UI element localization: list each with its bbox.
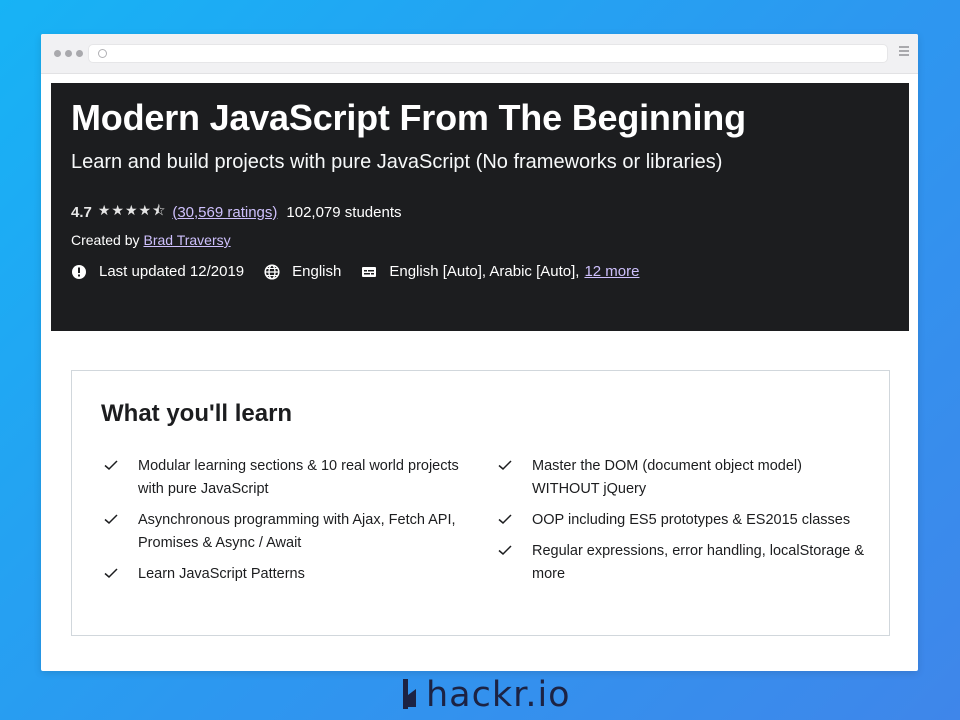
learn-column-left: Modular learning sections & 10 real worl… [103, 455, 473, 594]
learn-column-right: Master the DOM (document object model) W… [497, 455, 867, 594]
list-item: Regular expressions, error handling, loc… [497, 540, 867, 586]
hamburger-menu-icon[interactable] [899, 46, 909, 58]
course-title: Modern JavaScript From The Beginning [71, 97, 746, 138]
closed-captions-icon [362, 266, 377, 277]
refresh-icon[interactable] [98, 49, 107, 58]
address-bar[interactable] [88, 44, 888, 63]
globe-icon [264, 263, 280, 280]
captions-text: English [Auto], Arabic [Auto], [389, 263, 580, 280]
list-item: OOP including ES5 prototypes & ES2015 cl… [497, 509, 867, 532]
list-item: Master the DOM (document object model) W… [497, 455, 867, 501]
hackr-logo: hackr.io [400, 673, 571, 717]
hackr-logo-mark-icon [403, 679, 416, 709]
language-text: English [292, 263, 342, 280]
ratings-count-link[interactable]: (30,569 ratings) [172, 204, 277, 221]
course-captions: English [Auto], Arabic [Auto], 12 more [361, 263, 639, 280]
what-youll-learn-box: What you'll learn Modular learning secti… [71, 370, 890, 636]
list-item: Learn JavaScript Patterns [103, 563, 473, 586]
learn-item-text: Modular learning sections & 10 real worl… [138, 458, 459, 497]
learn-heading: What you'll learn [101, 400, 293, 427]
created-by-label: Created by [71, 232, 140, 248]
rating-row: 4.7 ★★★★⯪ (30,569 ratings) 102,079 stude… [71, 200, 401, 224]
list-item: Asynchronous programming with Ajax, Fetc… [103, 509, 473, 555]
course-header: Modern JavaScript From The Beginning Lea… [51, 83, 909, 331]
last-updated-text: Last updated 12/2019 [99, 263, 245, 280]
rating-value: 4.7 [71, 203, 92, 221]
check-icon [498, 460, 512, 471]
check-icon [104, 514, 118, 525]
course-meta-row: Last updated 12/2019 English English [Au… [71, 263, 659, 280]
learn-item-text: Master the DOM (document object model) W… [532, 458, 802, 497]
learn-item-text: Learn JavaScript Patterns [138, 566, 305, 582]
check-icon [104, 460, 118, 471]
browser-window: Modern JavaScript From The Beginning Lea… [41, 34, 918, 671]
check-icon [104, 568, 118, 579]
window-dot[interactable] [76, 50, 83, 57]
created-by-row: Created by Brad Traversy [71, 232, 231, 248]
learn-item-text: OOP including ES5 prototypes & ES2015 cl… [532, 512, 851, 528]
window-dot[interactable] [65, 50, 72, 57]
browser-toolbar [41, 34, 918, 74]
course-language: English [264, 263, 341, 280]
check-icon [498, 545, 512, 556]
star-rating-icon: ★★★★⯪ [97, 202, 167, 218]
learn-item-text: Asynchronous programming with Ajax, Fetc… [138, 512, 456, 551]
window-dot[interactable] [54, 50, 61, 57]
window-controls[interactable] [54, 50, 83, 57]
student-count: 102,079 students [286, 203, 402, 221]
more-captions-link[interactable]: 12 more [584, 263, 639, 280]
last-updated: Last updated 12/2019 [71, 263, 244, 280]
list-item: Modular learning sections & 10 real worl… [103, 455, 473, 501]
check-icon [498, 514, 512, 525]
learn-item-text: Regular expressions, error handling, loc… [532, 543, 865, 582]
brand-name: hackr.io [426, 675, 571, 715]
course-subtitle: Learn and build projects with pure JavaS… [71, 151, 723, 173]
instructor-link[interactable]: Brad Traversy [143, 232, 230, 248]
alert-icon [72, 264, 86, 279]
